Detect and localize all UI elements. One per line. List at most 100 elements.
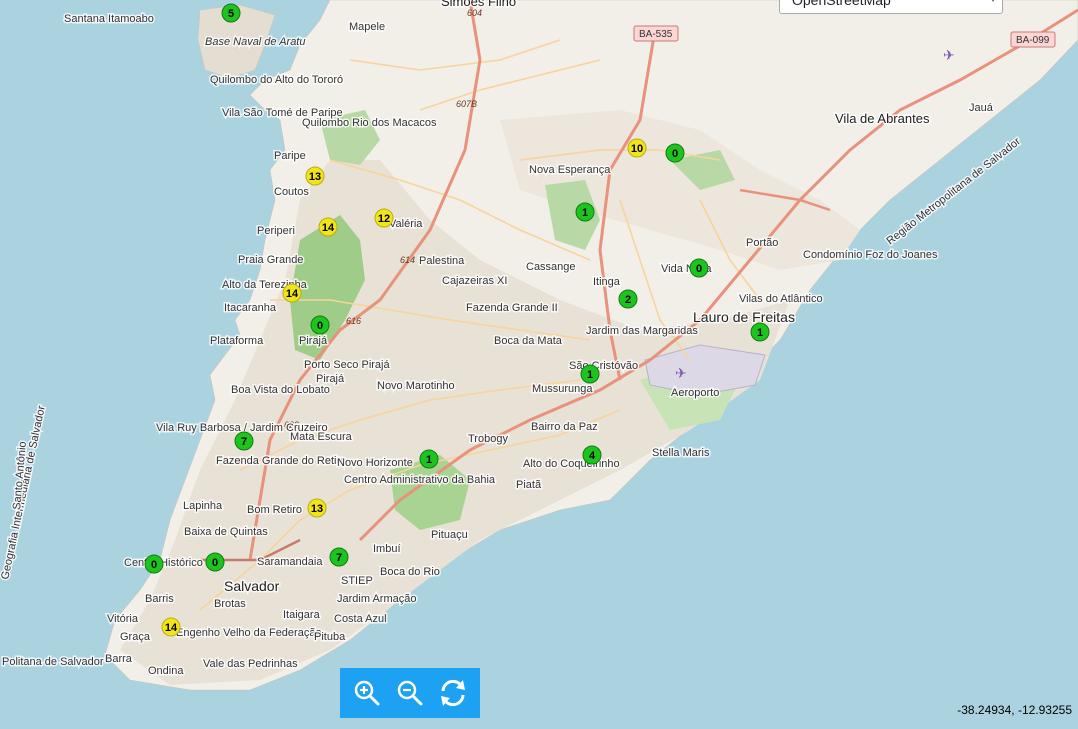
marker-count: 0 bbox=[317, 320, 323, 332]
airport-icon: ✈ bbox=[943, 48, 955, 64]
road-shield-ba535: BA-535 bbox=[633, 25, 679, 42]
road-label: BA-535 bbox=[639, 29, 673, 40]
coordinate-readout: -38.24934, -12.93255 bbox=[957, 703, 1072, 717]
place-label: Quilombo Rio dos Macacos bbox=[302, 117, 437, 129]
zoom-in-icon bbox=[355, 680, 380, 706]
cluster-marker[interactable]: 7 bbox=[329, 547, 349, 567]
place-label: Vila de Abrantes bbox=[835, 111, 930, 126]
place-label: Plataforma bbox=[210, 335, 264, 347]
place-label: Imbuí bbox=[373, 543, 401, 555]
layer-select-value: OpenStreetMap bbox=[792, 0, 891, 8]
place-label: Lapinha bbox=[183, 500, 223, 512]
place-label: Alto do Coqueirinho bbox=[523, 458, 620, 470]
marker-count: 5 bbox=[228, 8, 234, 20]
cluster-marker[interactable]: 1 bbox=[419, 449, 439, 469]
place-label: Pituba bbox=[314, 631, 346, 643]
place-label: Barris bbox=[145, 593, 174, 605]
marker-count: 1 bbox=[757, 327, 763, 339]
cluster-marker[interactable]: 13 bbox=[305, 166, 325, 186]
place-label: São Cristóvão bbox=[569, 360, 638, 372]
marker-count: 7 bbox=[336, 552, 342, 564]
place-label: Aeroporto bbox=[671, 387, 719, 399]
cluster-marker[interactable]: 14 bbox=[282, 283, 302, 303]
place-label: Coutos bbox=[274, 186, 309, 198]
place-label: Jauá bbox=[969, 102, 994, 114]
place-label: Base Naval de Aratu bbox=[205, 36, 305, 48]
cluster-marker[interactable]: 10 bbox=[627, 138, 647, 158]
cluster-marker[interactable]: 13 bbox=[307, 498, 327, 518]
place-label: Barra bbox=[105, 653, 133, 665]
refresh-icon bbox=[440, 679, 465, 707]
marker-count: 0 bbox=[696, 263, 702, 275]
marker-count: 7 bbox=[241, 436, 247, 448]
cluster-marker[interactable]: 0 bbox=[310, 315, 330, 335]
zoom-out-button[interactable] bbox=[392, 675, 428, 711]
place-label: Condomínio Foz do Joanes bbox=[803, 249, 938, 261]
place-label: Bairro da Paz bbox=[531, 421, 598, 433]
map-canvas[interactable]: BA-535 BA-099 604 607B 614 616 622 ✈ ✈ R… bbox=[0, 0, 1078, 729]
place-label: Trobogy bbox=[468, 433, 508, 445]
marker-count: 13 bbox=[311, 503, 323, 515]
cluster-marker[interactable]: 7 bbox=[234, 431, 254, 451]
place-label: Valéria bbox=[389, 218, 423, 230]
place-label: Porto Seco Pirajá bbox=[304, 359, 390, 371]
marker-count: 12 bbox=[378, 213, 390, 225]
zoom-in-button[interactable] bbox=[349, 675, 385, 711]
place-label: Vale das Pedrinhas bbox=[203, 658, 298, 670]
place-label: Baixa de Quintas bbox=[184, 526, 268, 538]
place-label: Itacaranha bbox=[224, 302, 277, 314]
marker-count: 2 bbox=[625, 294, 631, 306]
place-label: Paripe bbox=[274, 150, 306, 162]
marker-count: 13 bbox=[309, 171, 321, 183]
cluster-marker[interactable]: 1 bbox=[580, 364, 600, 384]
place-label: Costa Azul bbox=[334, 613, 387, 625]
cluster-marker[interactable]: 1 bbox=[750, 322, 770, 342]
place-label: Pituaçu bbox=[431, 529, 468, 541]
airport-icon: ✈ bbox=[675, 366, 687, 382]
place-label: Engenho Velho da Federação bbox=[176, 627, 322, 639]
road-label: 604 bbox=[467, 8, 482, 18]
place-label: Fazenda Grande do Retiro bbox=[216, 455, 346, 467]
cluster-marker[interactable]: 0 bbox=[665, 143, 685, 163]
place-label: Boca do Rio bbox=[380, 566, 440, 578]
place-label: Graça bbox=[120, 631, 151, 643]
cluster-marker[interactable]: 14 bbox=[161, 617, 181, 637]
cluster-marker[interactable]: 2 bbox=[618, 289, 638, 309]
marker-count: 10 bbox=[631, 143, 643, 155]
layer-select[interactable]: OpenStreetMap ▾ bbox=[779, 0, 1003, 14]
zoom-out-icon bbox=[397, 680, 423, 706]
cluster-marker[interactable]: 12 bbox=[374, 208, 394, 228]
place-label: Vitória bbox=[107, 613, 139, 625]
marker-count: 0 bbox=[151, 559, 157, 571]
place-label: Bom Retiro bbox=[247, 504, 302, 516]
cluster-marker[interactable]: 5 bbox=[221, 3, 241, 23]
place-label: Lauro de Freitas bbox=[693, 309, 795, 325]
cluster-marker[interactable]: 0 bbox=[205, 552, 225, 572]
place-label: Simões Filho bbox=[441, 0, 516, 9]
cluster-marker[interactable]: 14 bbox=[318, 217, 338, 237]
place-label: Cajazeiras XI bbox=[442, 275, 507, 287]
marker-count: 4 bbox=[589, 450, 596, 462]
cluster-marker[interactable]: 0 bbox=[689, 258, 709, 278]
place-label: Brotas bbox=[214, 598, 246, 610]
marker-count: 14 bbox=[286, 288, 299, 300]
place-label: STIEP bbox=[341, 575, 373, 587]
refresh-button[interactable] bbox=[435, 675, 471, 711]
place-label: Itaigara bbox=[283, 609, 321, 621]
marker-count: 14 bbox=[165, 622, 178, 634]
marker-count: 0 bbox=[672, 148, 678, 160]
cluster-marker[interactable]: 1 bbox=[575, 202, 595, 222]
cluster-marker[interactable]: 0 bbox=[144, 554, 164, 574]
place-label: Santana Itamoabo bbox=[64, 13, 154, 25]
place-label: Nova Esperança bbox=[529, 164, 611, 176]
marker-count: 0 bbox=[212, 557, 218, 569]
place-label: Palestina bbox=[419, 255, 465, 267]
place-label: Jardim Armação bbox=[337, 593, 416, 605]
marker-count: 1 bbox=[582, 207, 588, 219]
place-label: Pirajá bbox=[299, 335, 328, 347]
region-label: Politana de Salvador bbox=[2, 656, 104, 668]
place-label: Ondina bbox=[148, 665, 184, 677]
marker-count: 1 bbox=[587, 369, 593, 381]
place-label: Piatã bbox=[516, 479, 542, 491]
cluster-marker[interactable]: 4 bbox=[582, 445, 602, 465]
